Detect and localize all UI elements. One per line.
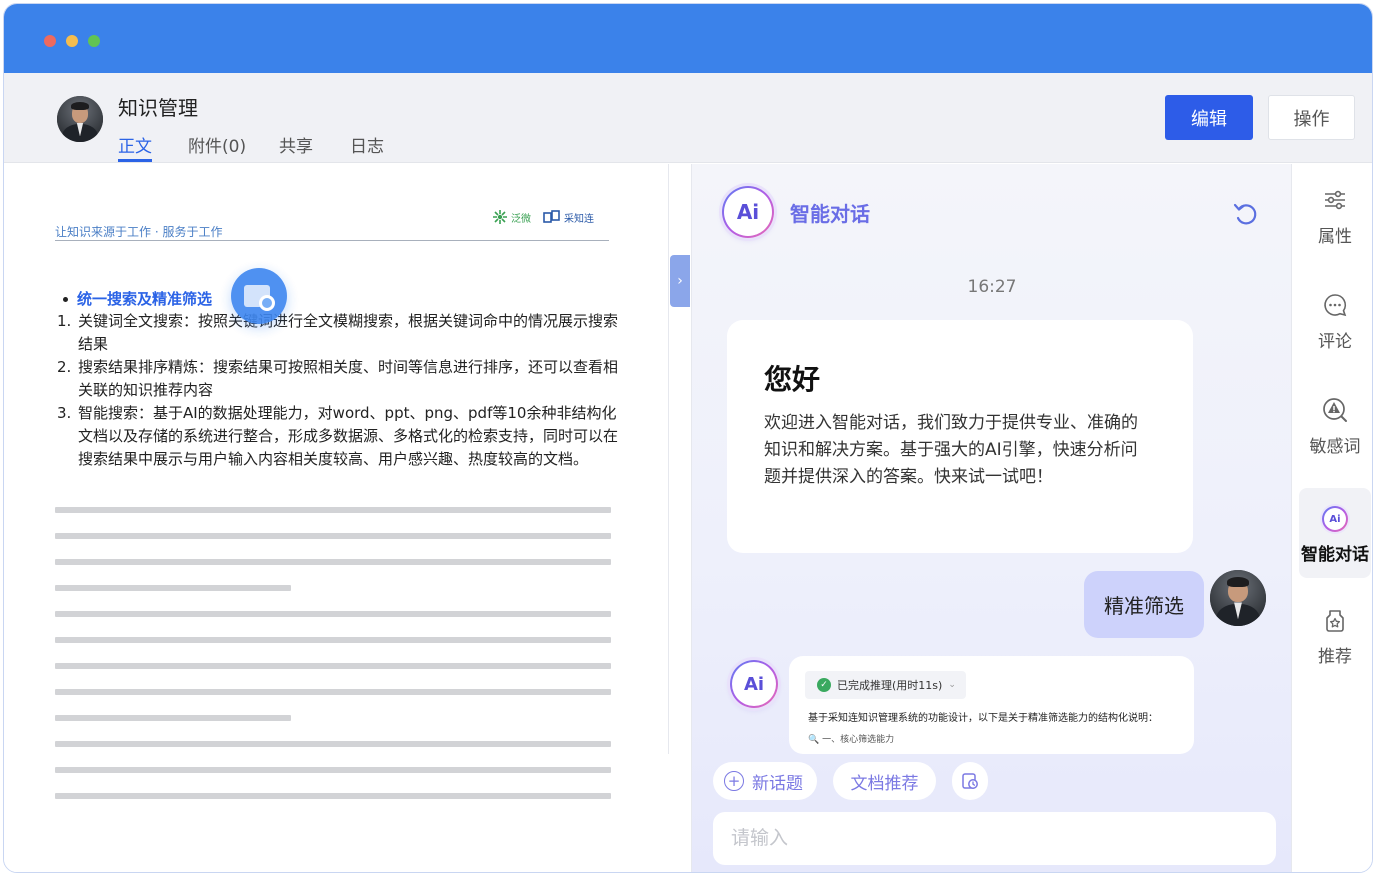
welcome-body: 欢迎进入智能对话，我们致力于提供专业、准确的知识和解决方案。基于强大的AI引擎，…: [764, 413, 1138, 487]
collapse-panel-button[interactable]: ›: [670, 255, 690, 307]
chat-message-input[interactable]: [713, 812, 1276, 865]
list-item: 2. 搜索结果排序精炼：搜索结果可按照相关度、时间等信息进行排序，还可以查看相关…: [57, 356, 622, 402]
rail-item-label: 推荐: [1318, 647, 1352, 667]
maximize-window-button[interactable]: [88, 35, 100, 47]
welcome-title: 您好: [764, 363, 821, 396]
window-titlebar: [4, 4, 1372, 73]
tab-attachments[interactable]: 附件(0): [188, 132, 246, 157]
reasoning-status-toggle[interactable]: ✓ 已完成推理(用时11s) ⌄: [805, 671, 966, 699]
refresh-icon[interactable]: [1231, 199, 1261, 229]
list-item-number: 3.: [57, 404, 72, 422]
ai-chat-icon: Ai: [1322, 506, 1348, 532]
close-window-button[interactable]: [44, 35, 56, 47]
doc-feature-list: 1. 关键词全文搜索：按照关键词进行全文模糊搜索，根据关键词命中的情况展示搜索结…: [57, 310, 622, 471]
bullet-icon: [63, 297, 68, 302]
welcome-card: 您好 欢迎进入智能对话，我们致力于提供专业、准确的知识和解决方案。基于强大的AI…: [727, 320, 1193, 553]
history-icon: [962, 773, 978, 789]
comment-icon: [1324, 294, 1347, 317]
floating-search-icon[interactable]: [231, 268, 287, 324]
placeholder-line: [55, 715, 291, 721]
sensitive-word-icon: [1323, 398, 1347, 422]
page-title: 知识管理: [118, 96, 198, 120]
new-topic-label: 新话题: [752, 773, 803, 794]
placeholder-line: [55, 637, 611, 643]
placeholder-line: [55, 793, 611, 799]
ai-logo-icon: Ai: [722, 186, 774, 238]
author-avatar: [57, 96, 103, 142]
chat-title: 智能对话: [790, 202, 870, 226]
list-item-text: 关键词全文搜索：按照关键词进行全文模糊搜索，根据关键词命中的情况展示搜索结果: [78, 312, 619, 353]
placeholder-line: [55, 559, 611, 565]
weaver-logo: 泛微: [491, 209, 531, 225]
history-button[interactable]: [952, 762, 988, 800]
list-item-number: 2.: [57, 358, 72, 376]
reasoning-status-text: 已完成推理(用时11s): [837, 679, 943, 692]
message-timestamp: 16:27: [967, 277, 1017, 297]
ai-reply-subheading: 🔍 一、核心筛选能力: [808, 735, 895, 745]
rail-item-comments[interactable]: 评论: [1299, 273, 1371, 363]
chevron-down-icon: ⌄: [948, 680, 956, 690]
brand-logos: 泛微 采知连: [491, 209, 594, 225]
rail-item-label: 属性: [1318, 227, 1352, 247]
tab-share[interactable]: 共享: [279, 132, 313, 157]
rail-item-ai-chat[interactable]: Ai 智能对话: [1299, 488, 1371, 578]
list-item-number: 1.: [57, 312, 72, 330]
user-message-bubble: 精准筛选: [1084, 571, 1204, 638]
user-avatar: [1210, 570, 1266, 626]
placeholder-line: [55, 507, 611, 513]
rail-item-recommend[interactable]: 推荐: [1299, 588, 1371, 678]
page-header: 知识管理 正文 附件(0) 共享 日志 编辑 操作: [4, 73, 1372, 163]
placeholder-line: [55, 767, 611, 773]
ai-chat-panel: Ai 智能对话 16:27 您好 欢迎进入智能对话，我们致力于提供专业、准确的知…: [691, 164, 1291, 872]
ai-reply-card: ✓ 已完成推理(用时11s) ⌄ 基于采知连知识管理系统的功能设计，以下是关于精…: [789, 656, 1194, 754]
caizhilian-logo: 采知连: [543, 210, 594, 225]
doc-section-heading: 统一搜索及精准筛选: [63, 288, 212, 309]
doc-divider: [55, 240, 609, 241]
placeholder-line: [55, 533, 611, 539]
rail-item-label: 智能对话: [1301, 545, 1369, 565]
list-item-text: 搜索结果排序精炼：搜索结果可按照相关度、时间等信息进行排序，还可以查看相关联的知…: [78, 358, 619, 399]
weaver-logo-icon: [493, 210, 507, 224]
chevron-right-icon: ›: [677, 273, 683, 289]
placeholder-line: [55, 585, 291, 591]
list-item-text: 智能搜索：基于AI的数据处理能力，对word、ppt、png、pdf等10余种非…: [78, 404, 619, 468]
recommend-icon: [1326, 610, 1344, 632]
ai-reply-avatar-icon: Ai: [730, 660, 778, 708]
rail-item-sensitive-words[interactable]: 敏感词: [1299, 378, 1371, 468]
tab-log[interactable]: 日志: [350, 132, 384, 157]
new-topic-button[interactable]: + 新话题: [713, 762, 817, 800]
doc-section-heading-text: 统一搜索及精准筛选: [77, 290, 213, 308]
minimize-window-button[interactable]: [66, 35, 78, 47]
right-sidebar: 属性 评论 敏感词 Ai 智能对话 推荐: [1291, 164, 1372, 872]
rail-item-label: 评论: [1318, 332, 1352, 352]
check-circle-icon: ✓: [817, 678, 831, 692]
pane-divider: [668, 164, 669, 754]
caizhilian-logo-text: 采知连: [564, 213, 594, 225]
operations-button[interactable]: 操作: [1268, 95, 1355, 140]
tab-body[interactable]: 正文: [118, 132, 152, 162]
edit-button[interactable]: 编辑: [1165, 95, 1253, 140]
app-window: 知识管理 正文 附件(0) 共享 日志 编辑 操作 泛微 采知连 让知识来源于工…: [3, 3, 1373, 873]
doc-tagline: 让知识来源于工作 · 服务于工作: [55, 225, 223, 239]
caizhilian-logo-icon: [543, 210, 560, 223]
placeholder-line: [55, 611, 611, 617]
placeholder-line: [55, 741, 611, 747]
ai-reply-text: 基于采知连知识管理系统的功能设计，以下是关于精准筛选能力的结构化说明：: [808, 713, 1158, 724]
document-pane: 泛微 采知连 让知识来源于工作 · 服务于工作 统一搜索及精准筛选 1. 关键词…: [4, 164, 657, 872]
rail-item-label: 敏感词: [1309, 437, 1361, 457]
placeholder-line: [55, 663, 611, 669]
sliders-icon: [1325, 190, 1345, 210]
weaver-logo-text: 泛微: [511, 213, 531, 225]
list-item: 1. 关键词全文搜索：按照关键词进行全文模糊搜索，根据关键词命中的情况展示搜索结…: [57, 310, 622, 356]
rail-item-properties[interactable]: 属性: [1299, 168, 1371, 258]
plus-icon: +: [724, 771, 744, 791]
doc-recommend-button[interactable]: 文档推荐: [833, 762, 936, 800]
placeholder-line: [55, 689, 611, 695]
list-item: 3. 智能搜索：基于AI的数据处理能力，对word、ppt、png、pdf等10…: [57, 402, 622, 471]
